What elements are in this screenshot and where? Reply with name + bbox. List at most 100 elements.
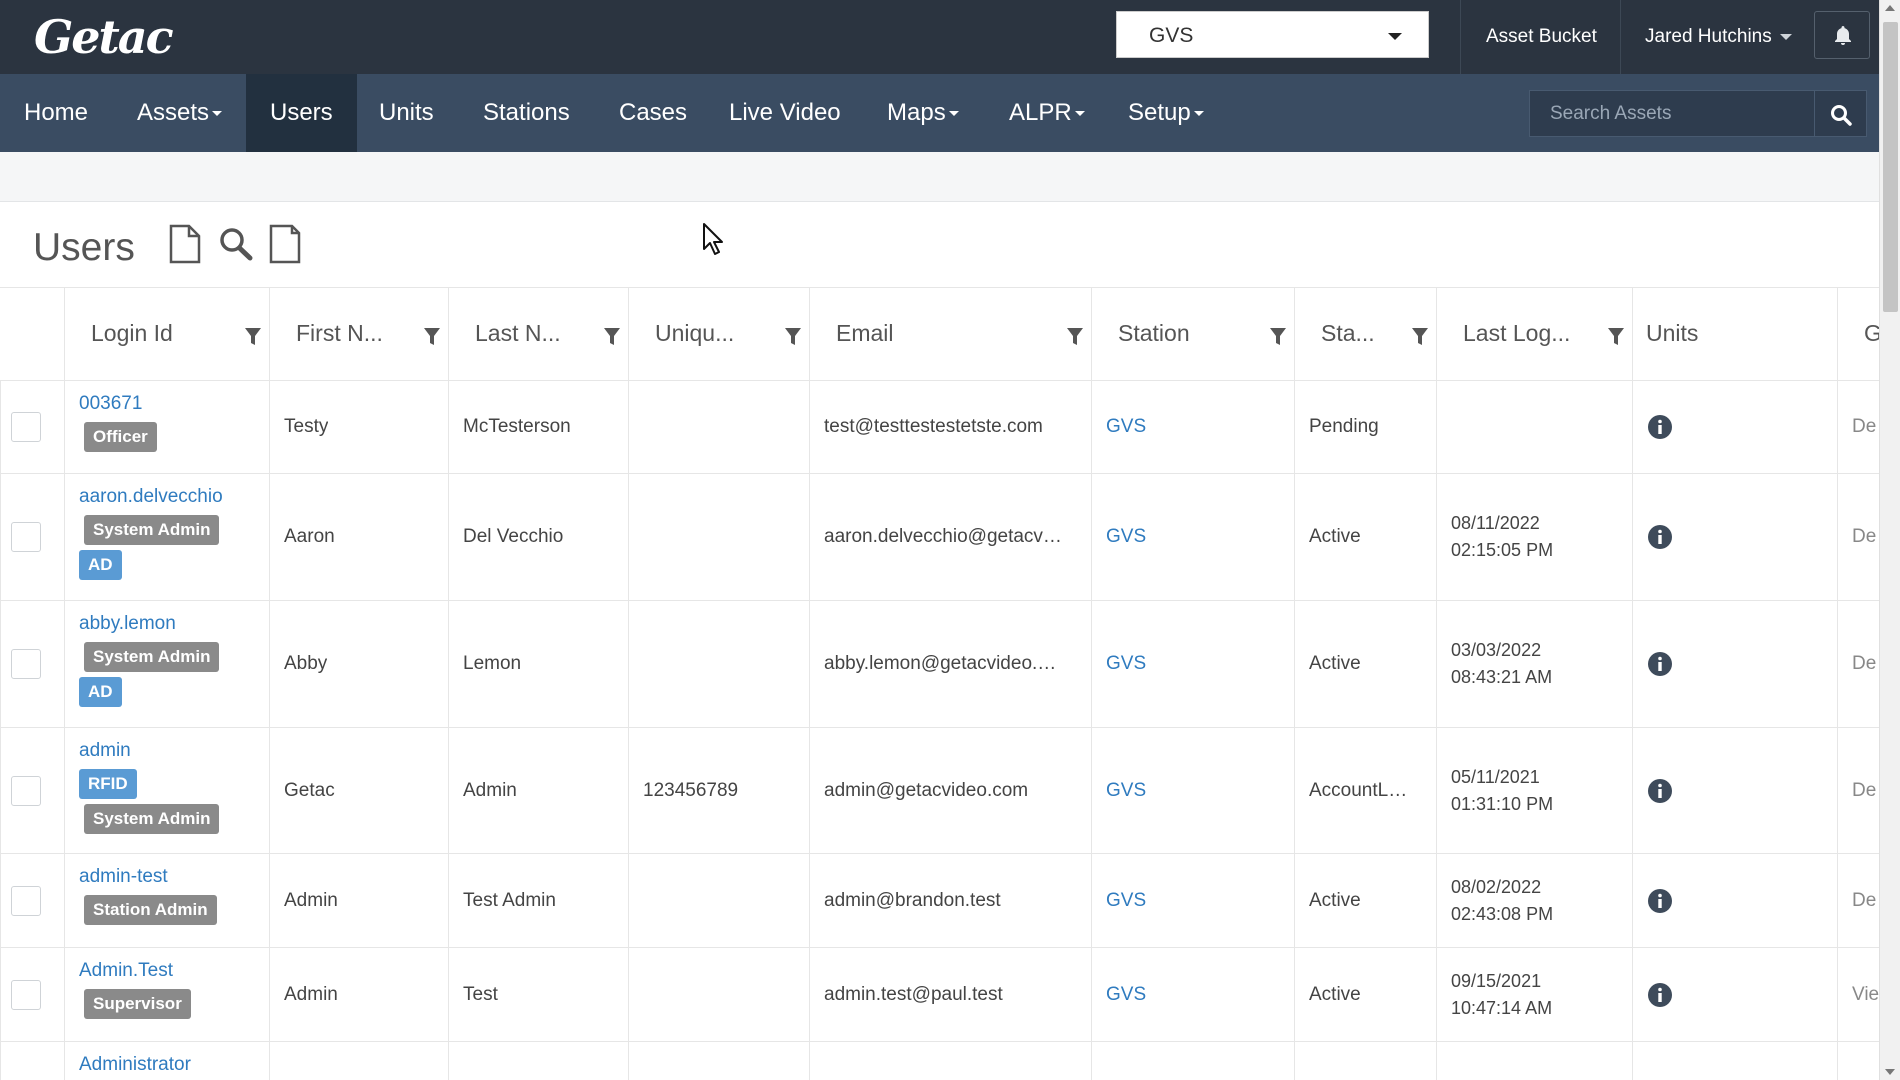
first-name: Aaron	[284, 526, 335, 547]
cell-first: Aaron	[269, 474, 448, 600]
column-header-first-name[interactable]: First N...	[269, 288, 448, 380]
station-link[interactable]: GVS	[1106, 890, 1146, 912]
first-name: Abby	[284, 653, 328, 674]
column-header-unique-id[interactable]: Uniqu...	[628, 288, 809, 380]
top-bar: Getac GVS Asset Bucket Jared Hutchins	[0, 0, 1879, 74]
search-users-button[interactable]	[217, 224, 253, 264]
search-icon	[220, 228, 253, 261]
nav-users[interactable]: Users	[246, 74, 357, 152]
nav-cases[interactable]: Cases	[595, 74, 711, 152]
column-header-login-id[interactable]: Login Id	[64, 288, 269, 380]
column-header-last-name[interactable]: Last N...	[448, 288, 628, 380]
station-link[interactable]: GVS	[1106, 526, 1146, 548]
cell-cb	[0, 948, 64, 1041]
nav-label: Maps	[887, 99, 946, 126]
column-header-last-login[interactable]: Last Log...	[1436, 288, 1632, 380]
nav-maps[interactable]: Maps	[863, 74, 983, 152]
getac-logo[interactable]: Getac	[34, 10, 174, 64]
login-id-link[interactable]: 003671	[79, 393, 157, 415]
column-label: Units	[1646, 320, 1699, 346]
login-id-link[interactable]: aaron.delvecchio	[79, 486, 223, 508]
filter-icon[interactable]	[1608, 328, 1624, 346]
role-badge: System Admin	[84, 642, 220, 672]
row-checkbox[interactable]	[11, 885, 41, 916]
filter-icon[interactable]	[785, 328, 801, 346]
row-checkbox[interactable]	[11, 649, 41, 679]
last-name: Del Vecchio	[463, 526, 564, 547]
nav-home[interactable]: Home	[0, 74, 112, 152]
filter-icon[interactable]	[424, 328, 440, 346]
info-icon[interactable]	[1647, 982, 1673, 1008]
notifications-button[interactable]	[1814, 11, 1870, 59]
divider	[1460, 0, 1461, 74]
row-checkbox[interactable]	[11, 979, 41, 1010]
cell-login: admin RFID System Admin	[64, 728, 269, 853]
login-id-link[interactable]: abby.lemon	[79, 613, 219, 635]
station-link[interactable]: GVS	[1106, 416, 1146, 438]
column-header-units[interactable]: Units	[1632, 288, 1837, 380]
nav-assets[interactable]: Assets	[113, 74, 246, 152]
column-header-station[interactable]: Station	[1091, 288, 1294, 380]
cell-first: Testy	[269, 381, 448, 473]
column-label: Email	[836, 320, 894, 346]
info-icon[interactable]	[1647, 778, 1673, 804]
last-login-date: 05/11/2021	[1451, 766, 1540, 787]
filter-icon[interactable]	[1412, 328, 1428, 346]
filter-icon[interactable]	[1067, 328, 1083, 346]
scrollbar-thumb[interactable]	[1883, 22, 1898, 312]
caret-down-icon	[212, 111, 223, 117]
page-scrollbar[interactable]	[1879, 0, 1900, 1080]
nav-live-video[interactable]: Live Video	[705, 74, 865, 152]
login-id-link[interactable]: admin-test	[79, 866, 217, 888]
email-value: admin.test@paul.test	[824, 983, 1003, 1005]
station-link[interactable]: GVS	[1106, 780, 1146, 802]
first-name: Admin	[284, 889, 338, 911]
scroll-down-arrow-icon[interactable]	[1885, 1069, 1895, 1075]
new-user-button[interactable]	[168, 224, 202, 264]
user-menu[interactable]: Jared Hutchins	[1645, 26, 1792, 48]
info-icon[interactable]	[1647, 524, 1673, 550]
cell-unique	[628, 474, 809, 600]
asset-bucket-link[interactable]: Asset Bucket	[1486, 26, 1597, 48]
info-icon[interactable]	[1647, 888, 1673, 914]
station-link[interactable]: GVS	[1106, 653, 1146, 675]
info-icon[interactable]	[1647, 414, 1673, 440]
column-header-groups[interactable]: G	[1837, 288, 1879, 380]
nav-alpr[interactable]: ALPR	[985, 74, 1109, 152]
cell-extra: Vie	[1837, 948, 1879, 1041]
filter-icon[interactable]	[1270, 328, 1286, 346]
filter-icon[interactable]	[245, 328, 261, 346]
agency-select[interactable]: GVS	[1116, 11, 1429, 58]
cell-cb	[0, 381, 64, 473]
cell-cb	[0, 1042, 64, 1080]
cell-station: GVS	[1091, 474, 1294, 600]
column-header-email[interactable]: Email	[809, 288, 1091, 380]
nav-stations[interactable]: Stations	[459, 74, 594, 152]
cell-first: Admin	[269, 948, 448, 1041]
cell-lastlogin: 08/11/2022 02:15:05 PM	[1436, 474, 1632, 600]
station-link[interactable]: GVS	[1106, 984, 1146, 1006]
filter-icon[interactable]	[604, 328, 620, 346]
cell-extra: De	[1837, 854, 1879, 947]
badge-line: Station Admin	[79, 893, 217, 928]
login-id-link[interactable]: Admin.Test	[79, 960, 191, 982]
cell-last: Lemon	[448, 601, 628, 727]
export-button[interactable]	[268, 224, 302, 264]
row-checkbox[interactable]	[11, 775, 41, 806]
group-value: De	[1852, 653, 1877, 674]
search-button[interactable]	[1815, 90, 1867, 137]
nav-setup[interactable]: Setup	[1104, 74, 1228, 152]
column-label: G	[1864, 320, 1879, 347]
group-value: De	[1852, 779, 1877, 801]
cell-email: abby.lemon@getacvideo.…	[809, 601, 1091, 727]
login-id-link[interactable]: admin	[79, 740, 219, 762]
row-checkbox[interactable]	[11, 522, 41, 552]
scroll-up-arrow-icon[interactable]	[1885, 5, 1895, 11]
column-header-status[interactable]: Sta...	[1294, 288, 1436, 380]
divider	[1620, 0, 1621, 74]
info-icon[interactable]	[1647, 651, 1673, 677]
login-id-link[interactable]: Administrator	[79, 1054, 191, 1076]
row-checkbox[interactable]	[11, 412, 41, 442]
search-assets-input[interactable]	[1530, 91, 1813, 136]
nav-units[interactable]: Units	[355, 74, 458, 152]
